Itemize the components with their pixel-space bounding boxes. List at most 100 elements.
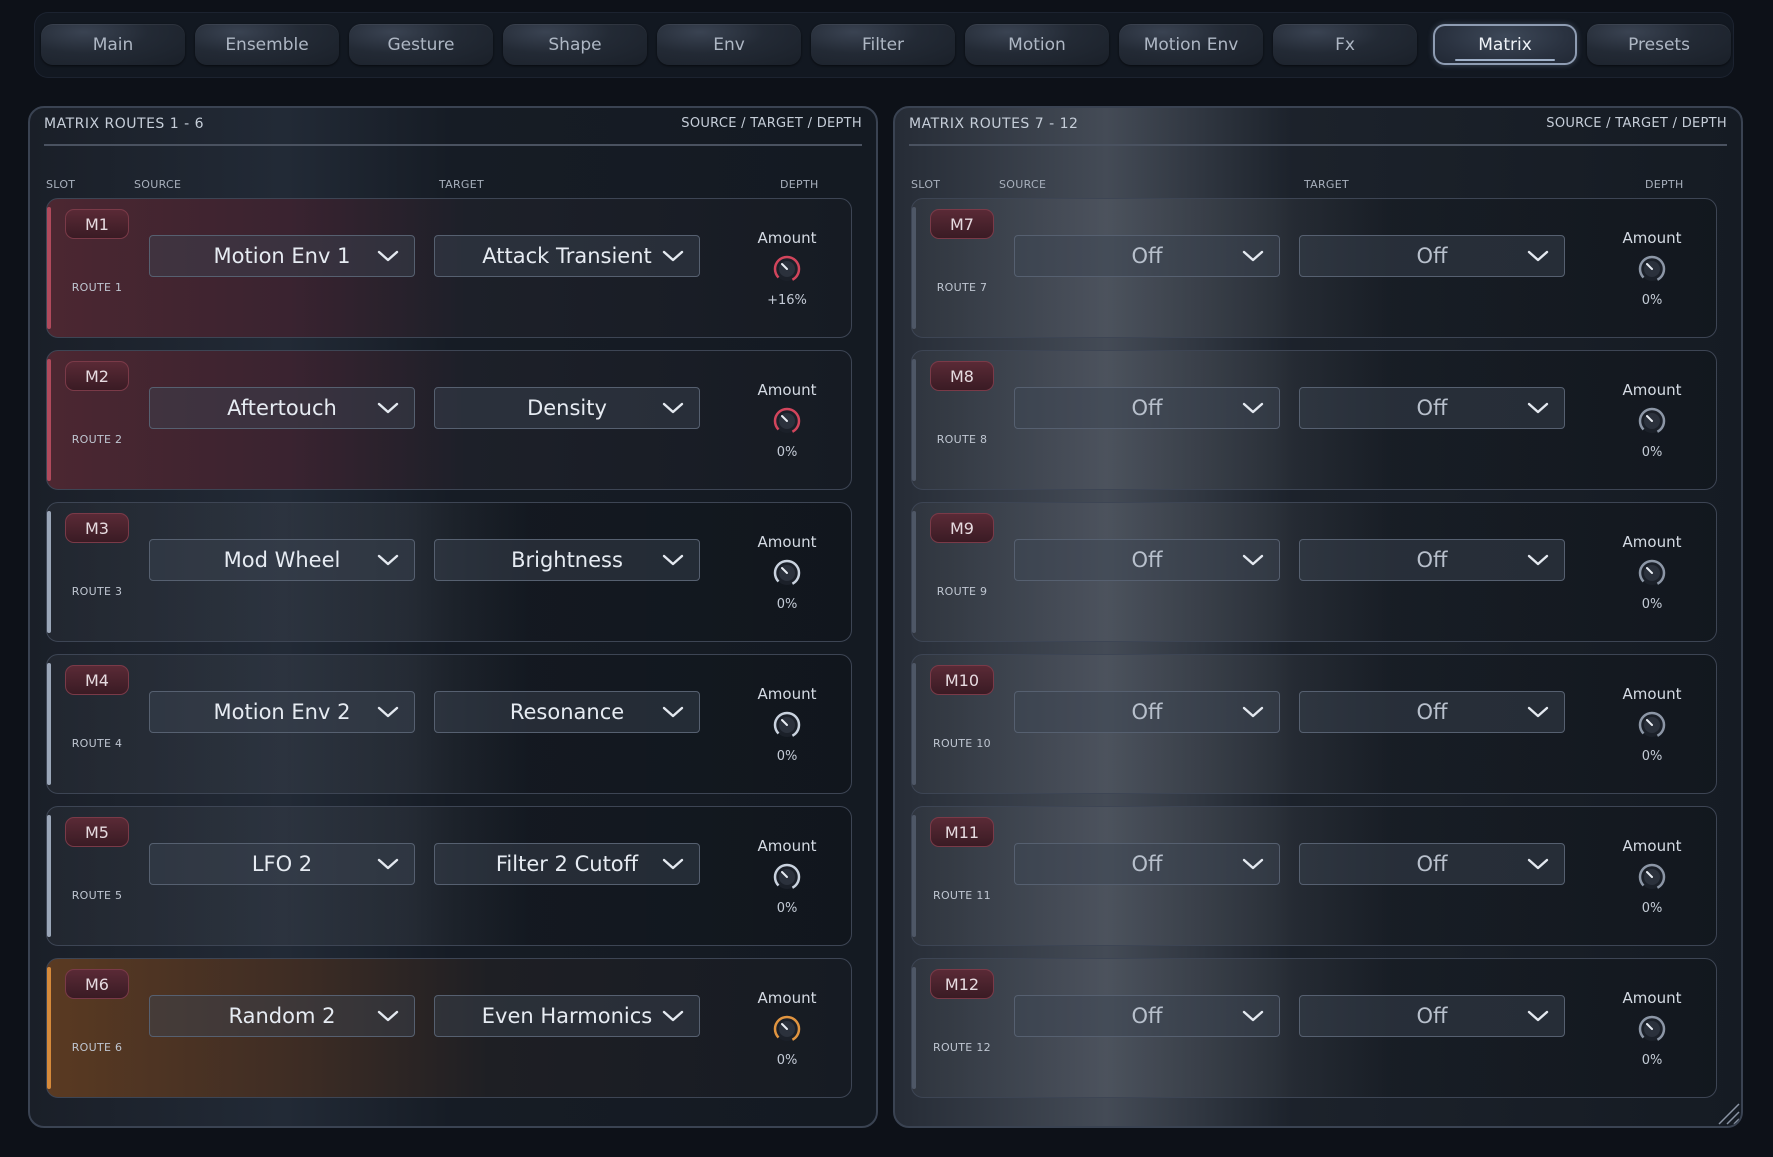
amount-knob-icon[interactable]: [773, 863, 801, 891]
slot-badge[interactable]: M2: [65, 361, 129, 391]
route-accent-bar: [912, 967, 916, 1089]
target-value: Off: [1416, 244, 1448, 268]
amount-value: 0%: [776, 901, 798, 916]
tab-fx[interactable]: Fx: [1273, 24, 1417, 65]
slot-badge[interactable]: M9: [930, 513, 994, 543]
amount-label: Amount: [757, 837, 817, 855]
amount-knob-icon[interactable]: [1638, 407, 1666, 435]
source-dropdown[interactable]: Off: [1014, 843, 1280, 885]
source-dropdown[interactable]: Off: [1014, 691, 1280, 733]
route-label: ROUTE 3: [71, 585, 123, 598]
target-value: Off: [1416, 548, 1448, 572]
route-row: M7 ROUTE 7 Off Off Amount 0%: [911, 198, 1717, 338]
route-row: M4 ROUTE 4 Motion Env 2 Resonance Amount 0%: [46, 654, 852, 794]
route-row: M6 ROUTE 6 Random 2 Even Harmonics Amount 0%: [46, 958, 852, 1098]
slot-badge[interactable]: M5: [65, 817, 129, 847]
amount-knob-icon[interactable]: [1638, 863, 1666, 891]
tab-motion-env[interactable]: Motion Env: [1119, 24, 1263, 65]
amount-knob-icon[interactable]: [773, 1015, 801, 1043]
target-dropdown[interactable]: Off: [1299, 539, 1565, 581]
tab-motion[interactable]: Motion: [965, 24, 1109, 65]
slot-badge[interactable]: M12: [930, 969, 994, 999]
target-dropdown[interactable]: Off: [1299, 691, 1565, 733]
target-value: Attack Transient: [482, 244, 652, 268]
tab-gesture[interactable]: Gesture: [349, 24, 493, 65]
target-dropdown[interactable]: Off: [1299, 995, 1565, 1037]
source-dropdown[interactable]: Off: [1014, 539, 1280, 581]
slot-badge[interactable]: M8: [930, 361, 994, 391]
route-accent-bar: [912, 663, 916, 785]
amount-knob-icon[interactable]: [773, 559, 801, 587]
amount-knob-icon[interactable]: [1638, 1015, 1666, 1043]
tab-filter[interactable]: Filter: [811, 24, 955, 65]
amount-value: 0%: [1641, 749, 1663, 764]
amount-label: Amount: [1622, 533, 1682, 551]
tab-ensemble[interactable]: Ensemble: [195, 24, 339, 65]
chevron-down-icon: [1241, 400, 1265, 416]
target-dropdown[interactable]: Off: [1299, 387, 1565, 429]
chevron-down-icon: [1241, 1008, 1265, 1024]
amount-knob-icon[interactable]: [773, 711, 801, 739]
tab-shape[interactable]: Shape: [503, 24, 647, 65]
panel-title: MATRIX ROUTES 7 - 12: [909, 116, 1079, 132]
amount-label: Amount: [1622, 837, 1682, 855]
target-dropdown[interactable]: Resonance: [434, 691, 700, 733]
tab-env[interactable]: Env: [657, 24, 801, 65]
panel-title: MATRIX ROUTES 1 - 6: [44, 116, 205, 132]
tab-matrix[interactable]: Matrix: [1433, 24, 1577, 65]
source-value: Off: [1131, 852, 1163, 876]
source-dropdown[interactable]: Mod Wheel: [149, 539, 415, 581]
chevron-down-icon: [1526, 856, 1550, 872]
source-dropdown[interactable]: Random 2: [149, 995, 415, 1037]
amount-knob-icon[interactable]: [773, 255, 801, 283]
amount-label: Amount: [1622, 381, 1682, 399]
source-dropdown[interactable]: Motion Env 1: [149, 235, 415, 277]
source-value: Mod Wheel: [223, 548, 341, 572]
target-value: Even Harmonics: [481, 1004, 653, 1028]
column-header-target: TARGET: [439, 178, 485, 191]
source-dropdown[interactable]: Off: [1014, 995, 1280, 1037]
route-accent-bar: [47, 207, 51, 329]
source-dropdown[interactable]: Off: [1014, 387, 1280, 429]
route-label: ROUTE 12: [933, 1041, 991, 1054]
target-dropdown[interactable]: Off: [1299, 235, 1565, 277]
source-value: Random 2: [228, 1004, 336, 1028]
slot-badge[interactable]: M1: [65, 209, 129, 239]
slot-badge[interactable]: M11: [930, 817, 994, 847]
chevron-down-icon: [376, 248, 400, 264]
target-dropdown[interactable]: Brightness: [434, 539, 700, 581]
source-dropdown[interactable]: Aftertouch: [149, 387, 415, 429]
amount-knob-icon[interactable]: [1638, 559, 1666, 587]
amount-label: Amount: [757, 533, 817, 551]
target-value: Filter 2 Cutoff: [495, 852, 639, 876]
tab-presets[interactable]: Presets: [1587, 24, 1731, 65]
amount-knob-icon[interactable]: [1638, 255, 1666, 283]
source-dropdown[interactable]: Motion Env 2: [149, 691, 415, 733]
target-dropdown[interactable]: Off: [1299, 843, 1565, 885]
chevron-down-icon: [376, 552, 400, 568]
slot-badge[interactable]: M3: [65, 513, 129, 543]
route-accent-bar: [47, 815, 51, 937]
target-dropdown[interactable]: Even Harmonics: [434, 995, 700, 1037]
target-dropdown[interactable]: Density: [434, 387, 700, 429]
target-dropdown[interactable]: Attack Transient: [434, 235, 700, 277]
slot-badge[interactable]: M7: [930, 209, 994, 239]
route-accent-bar: [912, 815, 916, 937]
amount-knob-icon[interactable]: [1638, 711, 1666, 739]
amount-knob-icon[interactable]: [773, 407, 801, 435]
column-header-source: SOURCE: [999, 178, 1047, 191]
source-dropdown[interactable]: LFO 2: [149, 843, 415, 885]
resize-grip-icon[interactable]: [1711, 1096, 1741, 1126]
tab-main[interactable]: Main: [41, 24, 185, 65]
target-dropdown[interactable]: Filter 2 Cutoff: [434, 843, 700, 885]
column-header-slot: SLOT: [911, 178, 941, 191]
route-row: M12 ROUTE 12 Off Off Amount 0%: [911, 958, 1717, 1098]
slot-badge[interactable]: M6: [65, 969, 129, 999]
source-dropdown[interactable]: Off: [1014, 235, 1280, 277]
chevron-down-icon: [661, 552, 685, 568]
slot-badge[interactable]: M4: [65, 665, 129, 695]
panel-divider: [44, 144, 862, 146]
panel-subtitle: SOURCE / TARGET / DEPTH: [681, 116, 862, 131]
slot-badge[interactable]: M10: [930, 665, 994, 695]
amount-value: 0%: [1641, 293, 1663, 308]
